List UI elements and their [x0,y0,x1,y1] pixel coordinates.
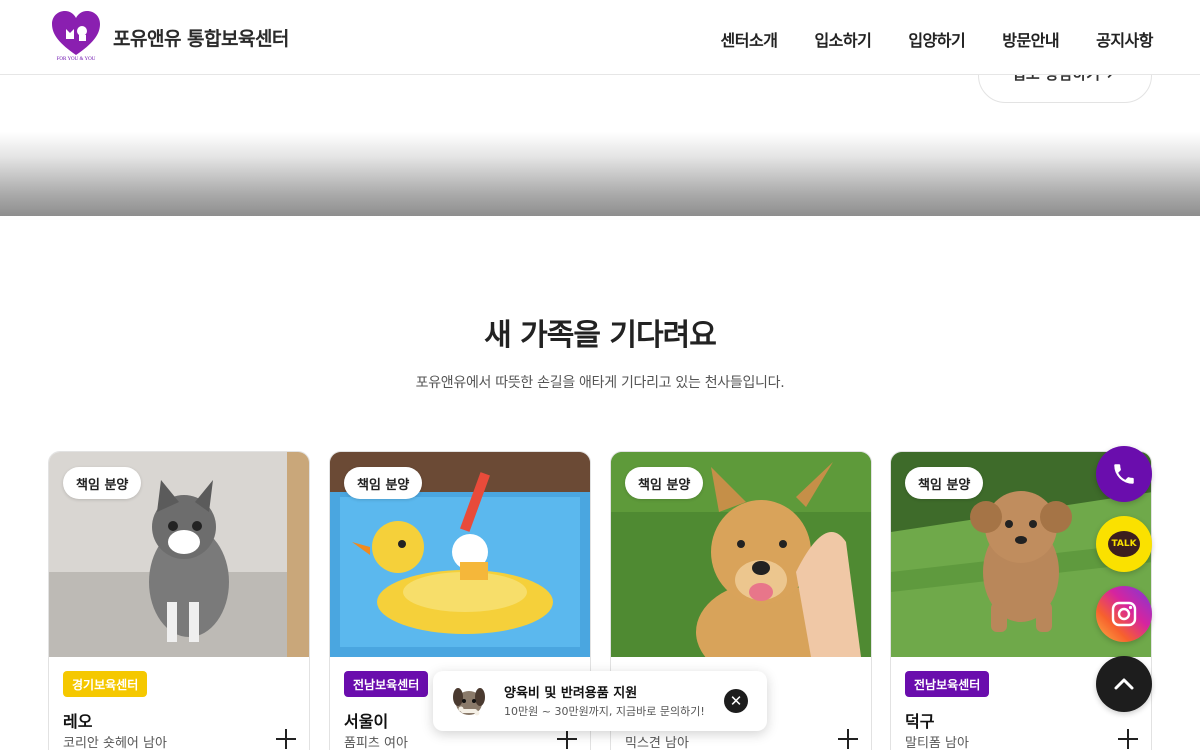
phone-icon [1114,464,1134,484]
plus-icon[interactable] [557,729,577,749]
scroll-to-top-button[interactable] [1096,656,1152,712]
pet-name: 레오 [63,712,93,731]
site-header: FOR YOU & YOU 포유앤유 통합보육센터 센터소개 입소하기 입양하기… [0,0,1200,75]
pet-name: 덕구 [905,712,935,731]
kakao-talk-button[interactable]: TALK [1096,516,1152,572]
instagram-icon [1111,601,1137,627]
pet-photo-pool-dog: 책임 분양 [330,452,590,657]
logo-text: FOR YOU & YOU [57,57,96,62]
chevron-up-icon [1114,678,1134,690]
responsible-adoption-pill: 책임 분양 [905,467,984,499]
nav-adoption[interactable]: 입양하기 [908,27,965,51]
responsible-adoption-pill: 책임 분양 [344,467,423,499]
adoption-card[interactable]: 책임 분양 경기보육센터 레오 코리안 숏헤어 남아 [48,451,310,750]
section-title: 새 가족을 기다려요 [484,318,717,353]
nav-notice[interactable]: 공지사항 [1096,27,1153,51]
plus-icon[interactable] [1118,729,1138,749]
responsible-adoption-pill: 책임 분양 [63,467,142,499]
close-icon[interactable]: ✕ [724,689,748,713]
responsible-adoption-pill: 책임 분양 [625,467,704,499]
logo-heart-icon[interactable]: FOR YOU & YOU [50,9,102,65]
pet-description: 말티폼 남아 [905,736,969,750]
main-nav: 센터소개 입소하기 입양하기 방문안내 공지사항 [721,27,1154,51]
nav-center-intro[interactable]: 센터소개 [721,27,778,51]
pet-photo-kitten: 책임 분양 [49,452,309,657]
nav-visit-guide[interactable]: 방문안내 [1002,27,1059,51]
hero-gradient-band [0,132,1200,216]
brand-name[interactable]: 포유앤유 통합보육센터 [113,24,289,51]
center-badge: 전남보육센터 [344,671,429,697]
kakao-talk-icon: TALK [1108,531,1140,557]
support-toast[interactable]: 양육비 및 반려용품 지원 10만원 ~ 30만원까지, 지금바로 문의하기! … [433,671,767,731]
toast-title: 양육비 및 반려용품 지원 [504,686,638,701]
center-badge: 전남보육센터 [905,671,990,697]
nav-admission[interactable]: 입소하기 [814,27,871,51]
pet-description: 폼피츠 여아 [344,736,408,750]
phone-call-button[interactable] [1096,446,1152,502]
section-subtitle: 포유앤유에서 따뜻한 손길을 애타게 기다리고 있는 천사들입니다. [415,375,785,391]
dog-with-bone-icon [453,688,485,716]
pet-photo-mixed-dog: 책임 분양 [611,452,871,657]
pet-description: 코리안 숏헤어 남아 [63,736,167,750]
plus-icon[interactable] [276,729,296,749]
pet-name: 서울이 [344,712,389,731]
instagram-button[interactable] [1096,586,1152,642]
toast-subtitle: 10만원 ~ 30만원까지, 지금바로 문의하기! [504,705,705,718]
plus-icon[interactable] [838,729,858,749]
pet-description: 믹스견 남아 [625,736,689,750]
center-badge: 경기보육센터 [63,671,148,697]
